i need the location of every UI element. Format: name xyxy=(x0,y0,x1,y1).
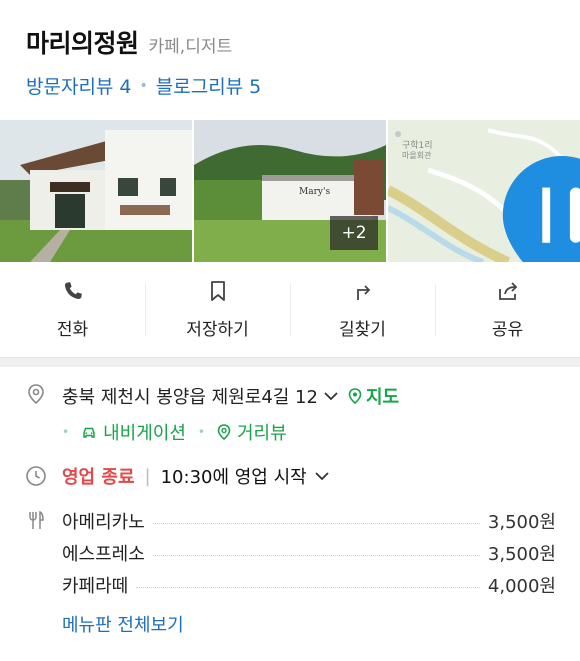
place-category: 카페,디저트 xyxy=(148,37,233,57)
review-links: 방문자리뷰 4 • 블로그리뷰 5 xyxy=(26,72,554,99)
menu-item: 에스프레소 3,500원 xyxy=(62,537,556,569)
directions-icon xyxy=(356,285,370,300)
menu-item-name: 아메리카노 xyxy=(62,512,145,533)
call-button[interactable]: 전화 xyxy=(0,262,145,357)
share-label: 공유 xyxy=(491,320,524,340)
photo-2[interactable]: Mary's +2 xyxy=(194,120,386,262)
menu-item-name: 에스프레소 xyxy=(62,544,145,565)
address-text[interactable]: 충북 제천시 봉양읍 제원로4길 12 xyxy=(62,383,318,409)
blog-review-count: 5 xyxy=(249,76,262,98)
utensils-icon xyxy=(29,510,44,529)
phone-icon xyxy=(64,282,82,300)
map-pin-icon xyxy=(502,156,580,262)
photo-1[interactable] xyxy=(0,120,192,262)
hours-section[interactable]: 영업 종료 | 10:30에 영업 시작 xyxy=(0,461,580,491)
menu-item-name: 카페라떼 xyxy=(62,576,129,597)
separator-dot: • xyxy=(197,425,205,439)
map-link[interactable]: 지도 xyxy=(348,383,399,409)
action-bar: 전화 저장하기 길찾기 공유 xyxy=(0,262,580,358)
menu-section: 아메리카노 3,500원 에스프레소 3,500원 카페라떼 4,000원 메뉴… xyxy=(0,505,580,639)
chevron-down-icon[interactable] xyxy=(324,391,338,401)
menu-leader-dots xyxy=(152,522,480,524)
menu-item-price: 4,000원 xyxy=(487,576,556,597)
navigation-link-label: 내비게이션 xyxy=(103,423,186,444)
share-icon xyxy=(498,282,517,300)
svg-text:구학1리: 구학1리 xyxy=(402,140,433,151)
full-menu-link[interactable]: 메뉴판 전체보기 xyxy=(62,609,556,639)
place-name: 마리의정원 xyxy=(26,29,139,58)
call-label: 전화 xyxy=(56,320,89,340)
visitor-review-count: 4 xyxy=(119,76,132,98)
map-thumbnail[interactable]: 구학1리 마을회관 xyxy=(388,120,580,262)
address-sub-links: • 내비게이션 • 거리뷰 xyxy=(62,415,556,449)
separator-dot: • xyxy=(139,77,148,94)
directions-label: 길찾기 xyxy=(339,320,386,340)
place-info: 충북 제천시 봉양읍 제원로4길 12 지도 • 내비게이션 • 거리뷰 영업 … xyxy=(0,367,580,639)
cafe-building-photo xyxy=(0,120,192,262)
business-status: 영업 종료 xyxy=(62,467,135,488)
street-view-icon xyxy=(217,424,231,440)
hours-detail: 10:30에 영업 시작 xyxy=(160,467,307,488)
place-header: 마리의정원 카페,디저트 방문자리뷰 4 • 블로그리뷰 5 xyxy=(0,0,580,118)
separator-dot: • xyxy=(62,425,70,439)
car-icon xyxy=(83,427,95,438)
address-line: 충북 제천시 봉양읍 제원로4길 12 지도 xyxy=(62,383,556,409)
location-pin-icon xyxy=(28,384,44,405)
chevron-down-icon[interactable] xyxy=(315,471,329,481)
blog-review-label: 블로그리뷰 xyxy=(155,76,244,98)
menu-item: 카페라떼 4,000원 xyxy=(62,569,556,601)
navigation-link[interactable]: 내비게이션 xyxy=(81,419,186,445)
address-section: 충북 제천시 봉양읍 제원로4길 12 지도 • 내비게이션 • 거리뷰 xyxy=(0,367,580,449)
save-button[interactable]: 저장하기 xyxy=(145,262,290,357)
blog-review-link[interactable]: 블로그리뷰 5 xyxy=(156,72,262,99)
map-link-label: 지도 xyxy=(365,387,400,408)
street-view-link[interactable]: 거리뷰 xyxy=(217,419,287,445)
svg-text:마을회관: 마을회관 xyxy=(402,150,432,160)
status-separator: | xyxy=(144,465,151,487)
more-photos-badge[interactable]: +2 xyxy=(330,216,378,250)
share-button[interactable]: 공유 xyxy=(435,262,580,357)
menu-item: 아메리카노 3,500원 xyxy=(62,505,556,537)
photo-gallery: Mary's +2 구학1리 마을회관 xyxy=(0,120,580,262)
map-marker-icon xyxy=(348,388,362,404)
directions-button[interactable]: 길찾기 xyxy=(290,262,435,357)
section-divider xyxy=(0,358,580,367)
visitor-review-link[interactable]: 방문자리뷰 4 xyxy=(26,72,132,99)
menu-leader-dots xyxy=(136,586,480,588)
clock-icon xyxy=(26,466,46,486)
menu-leader-dots xyxy=(152,554,480,556)
bookmark-icon xyxy=(210,281,225,301)
save-label: 저장하기 xyxy=(186,320,249,340)
title-row: 마리의정원 카페,디저트 xyxy=(26,24,554,60)
svg-text:Mary's: Mary's xyxy=(299,187,330,197)
street-view-link-label: 거리뷰 xyxy=(236,423,287,444)
menu-item-price: 3,500원 xyxy=(487,544,556,565)
visitor-review-label: 방문자리뷰 xyxy=(26,76,114,98)
menu-item-price: 3,500원 xyxy=(487,512,556,533)
